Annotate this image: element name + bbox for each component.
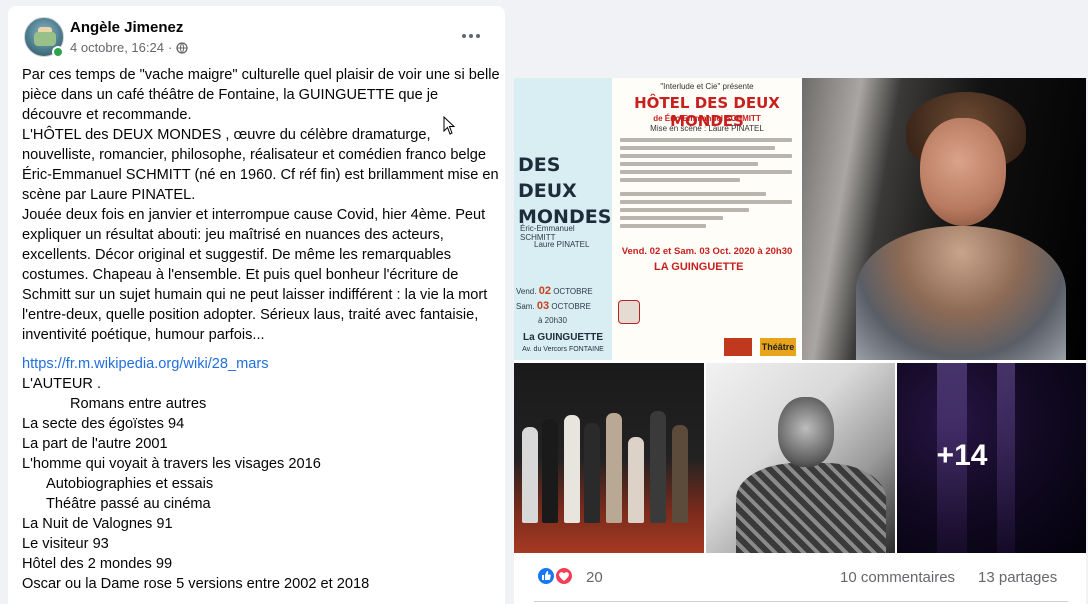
poster-title-left: DES DEUX MONDES [518, 154, 612, 228]
cast-group-photo[interactable] [514, 363, 704, 553]
poster-presents: "Interlude et Cie" présente [660, 82, 754, 91]
date-num: 02 [538, 285, 551, 297]
dot-icon [469, 34, 473, 38]
ce-logo [724, 338, 752, 356]
meta-separator: · [167, 40, 173, 55]
portrait-shoulders [856, 226, 1066, 360]
cast-figure [628, 437, 644, 523]
date-month: OCTOBRE [551, 302, 591, 311]
shares-count-link[interactable]: 13 partages [978, 569, 1057, 586]
author-name[interactable]: Angèle Jimenez [70, 19, 183, 36]
post-paragraph: Jouée deux fois en janvier et interrompu… [22, 207, 488, 343]
cast-figure [522, 427, 538, 523]
post-meta: 4 octobre, 16:24 · [70, 40, 188, 55]
venue-name: La GUINGUETTE [522, 332, 603, 343]
post-paragraph: L'HÔTEL des DEUX MONDES , œuvre du célèb… [22, 127, 499, 203]
date-time: à 20h30 [538, 316, 567, 325]
post-date[interactable]: 4 octobre, 16:24 [70, 40, 164, 55]
cast-figure [650, 411, 666, 523]
like-reaction-icon[interactable] [536, 566, 556, 586]
cast-figure [672, 425, 688, 523]
poster-director: Mise en scène : Laure PINATEL [650, 124, 764, 133]
list-item: Romans entre autres [70, 396, 207, 412]
theatre-mask-icon [618, 300, 640, 324]
poster-dates-left: Vend. 02 OCTOBRE Sam. 03 OCTOBRE à 20h30 [516, 284, 610, 328]
wikipedia-link[interactable]: https://fr.m.wikipedia.org/wiki/28_mars [22, 354, 500, 374]
bw-body [736, 463, 886, 553]
list-item: Autobiographies et essais [46, 476, 214, 492]
reaction-count[interactable]: 20 [586, 569, 603, 586]
stage-photo-more[interactable]: +14 [897, 363, 1086, 553]
portrait-face [920, 118, 1006, 226]
list-item: Théâtre passé au cinéma [46, 496, 211, 512]
poster-left-panel: DES DEUX MONDES Éric-Emmanuel SCHMITT La… [514, 78, 612, 360]
list-item: L'homme qui voyait à travers les visages… [22, 456, 321, 472]
date-num: 03 [536, 300, 550, 312]
cast-figure [542, 419, 558, 523]
text-cursor-icon [443, 116, 456, 135]
actress-portrait-photo[interactable] [802, 78, 1086, 360]
love-reaction-icon[interactable] [554, 566, 574, 586]
reactions-bar: 20 10 commentaires 13 partages [514, 554, 1086, 604]
date-month: OCTOBRE [553, 287, 593, 296]
poster-author: de Éric-Emmanuel SCHMITT [653, 114, 761, 123]
divider [534, 601, 1068, 602]
cast-figure [584, 423, 600, 523]
actor-bw-photo[interactable] [706, 363, 895, 553]
bw-head [778, 397, 834, 467]
poster-photo[interactable]: DES DEUX MONDES Éric-Emmanuel SCHMITT La… [514, 78, 800, 360]
venue-address: Av. du Vercors FONTAINE [522, 346, 604, 353]
globe-icon[interactable] [176, 41, 188, 54]
list-item: La part de l'autre 2001 [22, 436, 168, 452]
poster-dates-right: Vend. 02 et Sam. 03 Oct. 2020 à 20h30 [621, 246, 793, 257]
list-item: La secte des égoïstes 94 [22, 416, 185, 432]
more-options-button[interactable] [456, 24, 486, 48]
poster-text-block [620, 138, 792, 232]
list-item: La Nuit de Valognes 91 [22, 516, 173, 532]
dot-icon [462, 34, 466, 38]
post-card: Angèle Jimenez 4 octobre, 16:24 · Par ce… [8, 6, 505, 604]
aura-logo: Théâtre AURA [760, 338, 796, 356]
post-text: Par ces temps de "vache maigre" culturel… [22, 65, 500, 594]
post-paragraph: Par ces temps de "vache maigre" culturel… [22, 67, 500, 123]
date-day: Vend. [516, 287, 537, 296]
poster-left-director: Laure PINATEL [534, 240, 590, 249]
poster-venue-left: La GUINGUETTE Av. du Vercors FONTAINE [514, 332, 612, 356]
date-day: Sam. [516, 302, 535, 311]
cast-figure [606, 413, 622, 523]
list-item: Le visiteur 93 [22, 536, 109, 552]
dot-icon [476, 34, 480, 38]
list-item: L'AUTEUR . [22, 376, 102, 392]
list-item: Hôtel des 2 mondes 99 [22, 556, 173, 572]
comments-count-link[interactable]: 10 commentaires [840, 569, 955, 586]
online-status-dot [52, 46, 64, 58]
cast-figure [564, 415, 580, 523]
more-photos-count[interactable]: +14 [897, 439, 1027, 473]
photo-gallery: DES DEUX MONDES Éric-Emmanuel SCHMITT La… [514, 78, 1086, 554]
avatar-detail-2 [34, 32, 56, 46]
poster-venue-right: LA GUINGUETTE [654, 261, 744, 273]
list-item: Oscar ou la Dame rose 5 versions entre 2… [22, 576, 370, 592]
